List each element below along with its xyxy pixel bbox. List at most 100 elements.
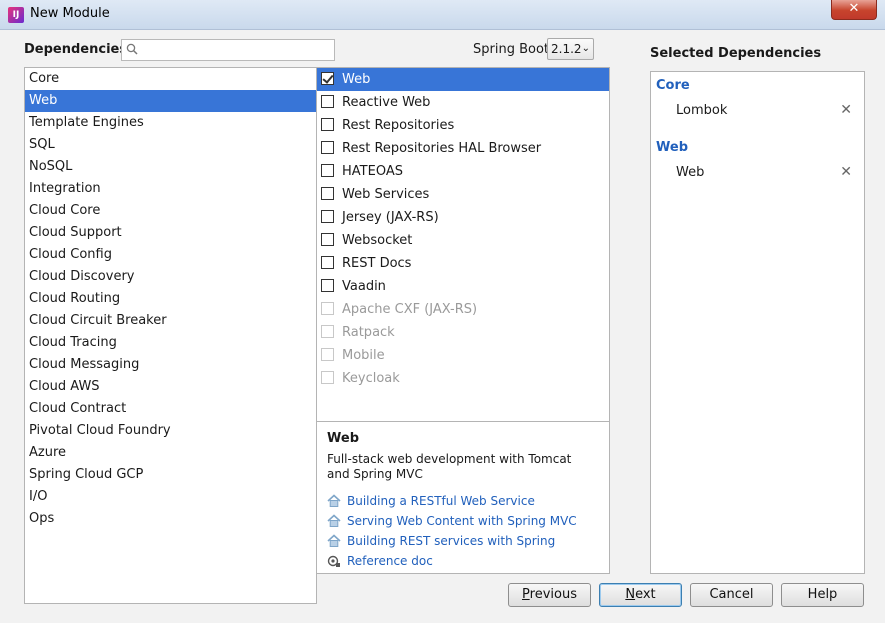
dependency-checkbox[interactable] <box>321 279 334 292</box>
new-module-dialog: Dependencies Spring Boot 2.1.2 ⌄ Core Web… <box>0 30 885 623</box>
category-item-cloud-routing[interactable]: Cloud Routing <box>25 288 316 310</box>
category-item-cloud-circuit-breaker[interactable]: Cloud Circuit Breaker <box>25 310 316 332</box>
spring-boot-version-value: 2.1.2 <box>551 42 582 56</box>
category-item-core[interactable]: Core <box>25 68 316 90</box>
dependency-label: Vaadin <box>342 279 386 294</box>
dependency-checkbox[interactable] <box>321 72 334 85</box>
cancel-button[interactable]: Cancel <box>690 583 773 607</box>
dependency-item-rest-repositories-hal-browser[interactable]: Rest Repositories HAL Browser <box>317 137 609 160</box>
description-title: Web <box>327 431 359 446</box>
category-item-ops[interactable]: Ops <box>25 508 316 530</box>
previous-label-post: revious <box>529 587 577 602</box>
category-item-cloud-aws[interactable]: Cloud AWS <box>25 376 316 398</box>
title-bar: IJ New Module ✕ <box>0 0 885 30</box>
dependency-checkbox <box>321 325 334 338</box>
dependency-label: Reactive Web <box>342 95 431 110</box>
dependency-item-web-services[interactable]: Web Services <box>317 183 609 206</box>
category-item-azure[interactable]: Azure <box>25 442 316 464</box>
chevron-down-icon: ⌄ <box>581 43 590 54</box>
category-item-i-o[interactable]: I/O <box>25 486 316 508</box>
guide-link[interactable]: Building a RESTful Web Service <box>327 492 535 510</box>
dependency-item-rest-repositories[interactable]: Rest Repositories <box>317 114 609 137</box>
dependency-checkbox[interactable] <box>321 95 334 108</box>
next-mnemonic: N <box>625 587 636 602</box>
guide-link-label[interactable]: Building REST services with Spring <box>347 534 555 548</box>
dependency-label: Websocket <box>342 233 413 248</box>
spring-boot-version-select[interactable]: 2.1.2 ⌄ <box>547 38 594 60</box>
category-list[interactable]: Core Web Template Engines SQL NoSQL Integrati… <box>24 67 317 604</box>
category-item-web[interactable]: Web <box>25 90 316 112</box>
dependency-label: Rest Repositories <box>342 118 455 133</box>
guide-link[interactable]: Reference doc <box>327 552 433 570</box>
dependency-label: Ratpack <box>342 325 395 340</box>
dependency-checkbox[interactable] <box>321 256 334 269</box>
guide-home-icon <box>327 514 341 527</box>
category-item-integration[interactable]: Integration <box>25 178 316 200</box>
dependency-checkbox[interactable] <box>321 187 334 200</box>
dependency-label: Apache CXF (JAX-RS) <box>342 302 478 317</box>
dependency-label: Keycloak <box>342 371 400 386</box>
guide-link-label[interactable]: Reference doc <box>347 554 433 568</box>
dependency-item-reactive-web[interactable]: Reactive Web <box>317 91 609 114</box>
dependency-label: Jersey (JAX-RS) <box>342 210 439 225</box>
selected-dependency-item: Web <box>676 165 705 180</box>
dependency-checkbox <box>321 348 334 361</box>
window-close-button[interactable]: ✕ <box>831 0 877 20</box>
selected-dependency-item: Lombok <box>676 103 728 118</box>
dependency-item-jersey-jax-rs-[interactable]: Jersey (JAX-RS) <box>317 206 609 229</box>
dependency-search-box[interactable] <box>121 39 335 61</box>
dependency-label: Web <box>342 72 371 87</box>
dependency-item-vaadin[interactable]: Vaadin <box>317 275 609 298</box>
dependency-checkbox-list[interactable]: Web Reactive Web Rest Repositories Rest Rep… <box>316 67 610 452</box>
dependency-label: Rest Repositories HAL Browser <box>342 141 542 156</box>
category-item-spring-cloud-gcp[interactable]: Spring Cloud GCP <box>25 464 316 486</box>
previous-mnemonic: P <box>522 587 530 602</box>
dependency-item-apache-cxf-jax-rs-: Apache CXF (JAX-RS) <box>317 298 609 321</box>
dependency-checkbox[interactable] <box>321 141 334 154</box>
guide-home-icon <box>327 534 341 547</box>
search-icon <box>126 43 138 55</box>
dependency-checkbox[interactable] <box>321 233 334 246</box>
selected-group-core: Core <box>656 78 690 93</box>
category-item-cloud-support[interactable]: Cloud Support <box>25 222 316 244</box>
dependency-checkbox[interactable] <box>321 118 334 131</box>
dependency-item-web[interactable]: Web <box>317 68 609 91</box>
category-item-cloud-discovery[interactable]: Cloud Discovery <box>25 266 316 288</box>
intellij-app-icon: IJ <box>8 7 24 23</box>
selected-group-web: Web <box>656 140 688 155</box>
previous-button[interactable]: Previous <box>508 583 591 607</box>
selected-dependencies-panel: Core Lombok ✕ Web Web ✕ <box>650 71 865 574</box>
category-item-sql[interactable]: SQL <box>25 134 316 156</box>
category-item-nosql[interactable]: NoSQL <box>25 156 316 178</box>
guide-link-label[interactable]: Building a RESTful Web Service <box>347 494 535 508</box>
dependency-label: HATEOAS <box>342 164 403 179</box>
next-button[interactable]: Next <box>599 583 682 607</box>
category-item-cloud-core[interactable]: Cloud Core <box>25 200 316 222</box>
guide-link[interactable]: Serving Web Content with Spring MVC <box>327 512 577 530</box>
description-text: Full-stack web development with Tomcat a… <box>327 452 572 481</box>
help-button[interactable]: Help <box>781 583 864 607</box>
dependency-item-mobile: Mobile <box>317 344 609 367</box>
dependency-item-rest-docs[interactable]: REST Docs <box>317 252 609 275</box>
next-label-post: ext <box>635 587 656 602</box>
dependency-checkbox[interactable] <box>321 210 334 223</box>
dependency-item-hateoas[interactable]: HATEOAS <box>317 160 609 183</box>
dependency-checkbox <box>321 302 334 315</box>
dependency-checkbox[interactable] <box>321 164 334 177</box>
remove-dependency-icon[interactable]: ✕ <box>840 164 852 180</box>
dependencies-label: Dependencies <box>24 42 128 57</box>
category-item-cloud-config[interactable]: Cloud Config <box>25 244 316 266</box>
category-item-template-engines[interactable]: Template Engines <box>25 112 316 134</box>
category-item-pivotal-cloud-foundry[interactable]: Pivotal Cloud Foundry <box>25 420 316 442</box>
search-input[interactable] <box>142 41 332 59</box>
guide-link[interactable]: Building REST services with Spring <box>327 532 555 550</box>
category-item-cloud-tracing[interactable]: Cloud Tracing <box>25 332 316 354</box>
dependency-label: Mobile <box>342 348 385 363</box>
spring-boot-label: Spring Boot <box>473 42 550 57</box>
remove-dependency-icon[interactable]: ✕ <box>840 102 852 118</box>
category-item-cloud-contract[interactable]: Cloud Contract <box>25 398 316 420</box>
category-item-cloud-messaging[interactable]: Cloud Messaging <box>25 354 316 376</box>
guide-home-icon <box>327 494 341 507</box>
dependency-item-websocket[interactable]: Websocket <box>317 229 609 252</box>
guide-link-label[interactable]: Serving Web Content with Spring MVC <box>347 514 577 528</box>
